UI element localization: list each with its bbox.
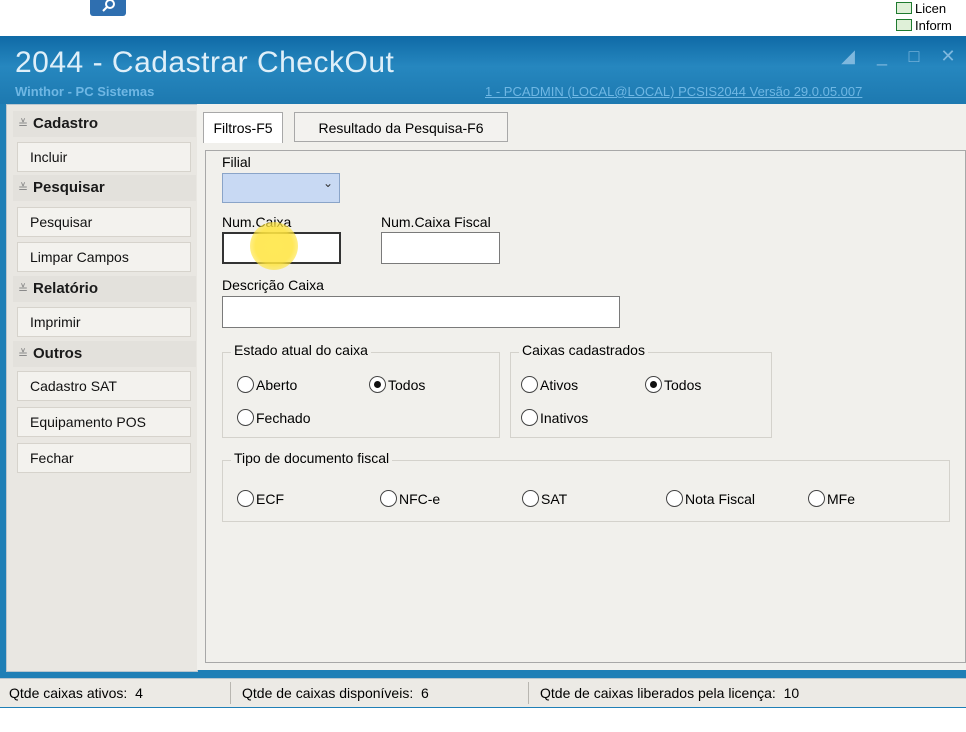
session-info[interactable]: 1 - PCADMIN (LOCAL@LOCAL) PCSIS2044 Vers…	[485, 84, 862, 99]
radio-selected-icon	[645, 376, 662, 393]
sidebar-section-cadastro[interactable]: ≚ Cadastro	[13, 111, 196, 137]
radio-circle-icon	[808, 490, 825, 507]
sidebar-section-relatorio[interactable]: ≚ Relatório	[13, 276, 196, 302]
status-divider	[528, 682, 529, 704]
estado-caixa-title: Estado atual do caixa	[231, 342, 371, 358]
chevron-up-icon: ≚	[17, 117, 29, 131]
restore-icon[interactable]: ◢	[840, 47, 856, 65]
tab-filtros[interactable]: Filtros-F5	[203, 112, 283, 143]
close-button[interactable]: ✕	[940, 47, 956, 65]
radio-circle-icon	[521, 409, 538, 426]
radio-fechado[interactable]: Fechado	[237, 409, 310, 426]
document-icon	[896, 2, 912, 14]
estado-caixa-group: Estado atual do caixa Aberto Todos Fecha…	[222, 342, 500, 438]
radio-estado-todos[interactable]: Todos	[369, 376, 425, 393]
radio-selected-icon	[369, 376, 386, 393]
top-link-licenca[interactable]: Licen	[896, 0, 966, 16]
desktop-bottom-strip	[0, 708, 966, 732]
status-bar: Qtde caixas ativos: 4 Qtde de caixas dis…	[0, 678, 966, 707]
window-title: 2044 - Cadastrar CheckOut	[15, 46, 395, 79]
radio-ativos[interactable]: Ativos	[521, 376, 578, 393]
sidebar: ≚ Cadastro Incluir ≚ Pesquisar Pesquisar L…	[6, 104, 198, 672]
desktop-top-strip	[0, 0, 966, 36]
tipo-documento-title: Tipo de documento fiscal	[231, 450, 393, 466]
equipamento-pos-button[interactable]: Equipamento POS	[17, 407, 191, 437]
chevron-up-icon: ≚	[17, 282, 29, 296]
status-licenca: Qtde de caixas liberados pela licença: 1…	[540, 685, 800, 701]
limpar-campos-button[interactable]: Limpar Campos	[17, 242, 191, 272]
document-icon	[896, 19, 912, 31]
tab-resultado-pesquisa[interactable]: Resultado da Pesquisa-F6	[294, 112, 508, 142]
chevron-down-icon: ⌄	[322, 176, 333, 190]
incluir-button[interactable]: Incluir	[17, 142, 191, 172]
title-bar[interactable]: 2044 - Cadastrar CheckOut Winthor - PC S…	[0, 36, 966, 104]
radio-circle-icon	[237, 409, 254, 426]
search-icon[interactable]	[90, 0, 126, 16]
radio-aberto[interactable]: Aberto	[237, 376, 297, 393]
filial-select[interactable]: ⌄	[222, 173, 340, 203]
maximize-button[interactable]: □	[906, 47, 922, 65]
caixas-cadastrados-group: Caixas cadastrados Ativos Todos Inativos	[510, 342, 772, 438]
tipo-documento-group: Tipo de documento fiscal ECF NFC-e SAT N…	[222, 450, 950, 522]
filter-form: Filial ⌄ Num.Caixa Num.Caixa Fiscal Desc…	[205, 150, 966, 663]
radio-circle-icon	[522, 490, 539, 507]
cursor-highlight	[250, 222, 298, 270]
window-subtitle: Winthor - PC Sistemas	[15, 84, 155, 99]
radio-caixas-todos[interactable]: Todos	[645, 376, 701, 393]
application-window: 2044 - Cadastrar CheckOut Winthor - PC S…	[0, 36, 966, 708]
caixas-cadastrados-title: Caixas cadastrados	[519, 342, 648, 358]
radio-sat[interactable]: SAT	[522, 490, 567, 507]
pesquisar-button[interactable]: Pesquisar	[17, 207, 191, 237]
radio-circle-icon	[237, 376, 254, 393]
radio-circle-icon	[666, 490, 683, 507]
imprimir-button[interactable]: Imprimir	[17, 307, 191, 337]
status-ativos: Qtde caixas ativos: 4	[9, 685, 143, 701]
radio-circle-icon	[380, 490, 397, 507]
num-caixa-fiscal-input[interactable]	[381, 232, 500, 264]
cadastro-sat-button[interactable]: Cadastro SAT	[17, 371, 191, 401]
sidebar-section-outros[interactable]: ≚ Outros	[13, 341, 196, 367]
main-panel: Filtros-F5 Resultado da Pesquisa-F6 Fili…	[197, 104, 966, 670]
status-divider	[230, 682, 231, 704]
num-caixa-fiscal-label: Num.Caixa Fiscal	[381, 214, 491, 230]
descricao-caixa-input[interactable]	[222, 296, 620, 328]
minimize-button[interactable]: _	[874, 47, 890, 65]
radio-nfce[interactable]: NFC-e	[380, 490, 440, 507]
radio-nota-fiscal[interactable]: Nota Fiscal	[666, 490, 755, 507]
radio-circle-icon	[237, 490, 254, 507]
radio-ecf[interactable]: ECF	[237, 490, 284, 507]
chevron-up-icon: ≚	[17, 181, 29, 195]
sidebar-section-pesquisar[interactable]: ≚ Pesquisar	[13, 175, 196, 201]
radio-inativos[interactable]: Inativos	[521, 409, 588, 426]
radio-mfe[interactable]: MFe	[808, 490, 855, 507]
filial-label: Filial	[222, 154, 251, 170]
top-link-informacoes[interactable]: Inform	[896, 17, 966, 33]
fechar-button[interactable]: Fechar	[17, 443, 191, 473]
descricao-caixa-label: Descrição Caixa	[222, 277, 324, 293]
radio-circle-icon	[521, 376, 538, 393]
status-disponiveis: Qtde de caixas disponíveis: 6	[242, 685, 429, 701]
chevron-up-icon: ≚	[17, 347, 29, 361]
